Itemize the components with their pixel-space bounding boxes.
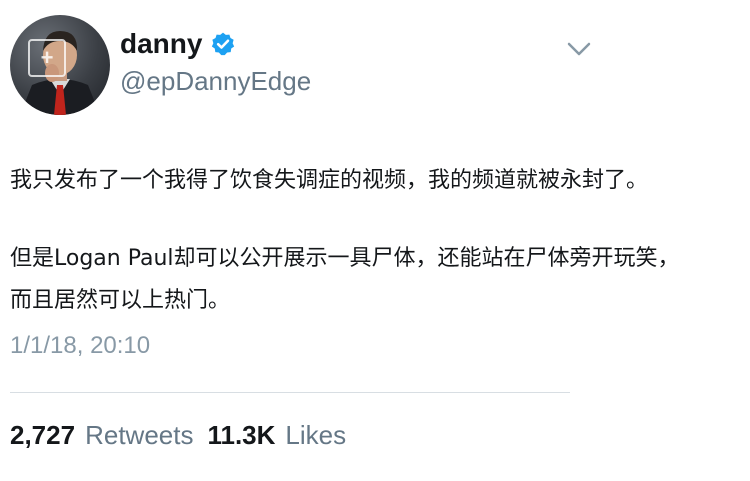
tweet-text: 我只发布了一个我得了饮食失调症的视频，我的频道就被永封了。 但是Logan Pa…: [10, 160, 738, 322]
watermark-box-icon: +: [28, 39, 66, 77]
likes-label[interactable]: Likes: [285, 422, 346, 448]
avatar[interactable]: +: [10, 15, 110, 115]
retweets-count[interactable]: 2,727: [10, 422, 75, 448]
tweet-card: + danny @epDannyEdge 我只发布了一个我得了饮食失调症的视频，…: [0, 0, 750, 481]
divider: [10, 392, 570, 393]
tweet-line: 但是Logan Paul却可以公开展示一具尸体，还能站在尸体旁开玩笑，: [10, 246, 680, 271]
tweet-stats: 2,727 Retweets 11.3K Likes: [10, 422, 346, 448]
tweet-timestamp[interactable]: 1/1/18, 20:10: [10, 334, 150, 358]
name-row: danny: [120, 30, 236, 58]
tweet-line: 而且居然可以上热门。: [10, 288, 231, 313]
chevron-down-icon[interactable]: [566, 40, 592, 58]
watermark-logo: +: [28, 35, 66, 81]
tweet-paragraph: 我只发布了一个我得了饮食失调症的视频，我的频道就被永封了。: [10, 168, 649, 193]
retweets-label[interactable]: Retweets: [85, 422, 193, 448]
user-handle[interactable]: @epDannyEdge: [120, 68, 311, 94]
tweet-paragraph: 但是Logan Paul却可以公开展示一具尸体，还能站在尸体旁开玩笑， 而且居然可…: [10, 238, 738, 322]
likes-count[interactable]: 11.3K: [207, 422, 275, 448]
verified-badge-icon: [212, 32, 235, 56]
display-name[interactable]: danny: [120, 30, 202, 58]
